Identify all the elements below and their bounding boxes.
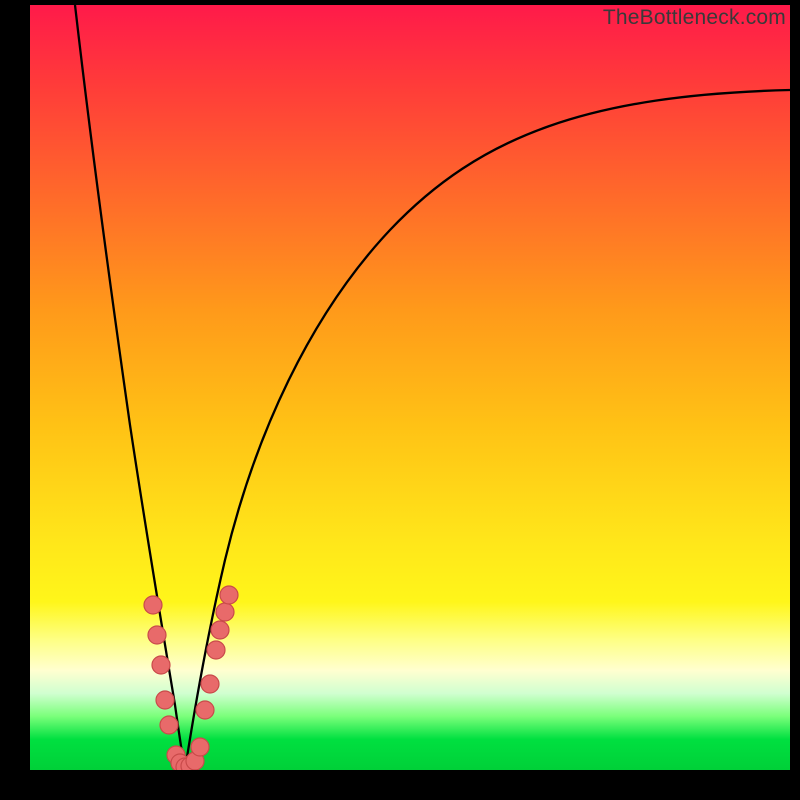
marker-dot bbox=[196, 701, 214, 719]
marker-dot bbox=[201, 675, 219, 693]
marker-dot bbox=[211, 621, 229, 639]
marker-dot bbox=[148, 626, 166, 644]
marker-dot bbox=[152, 656, 170, 674]
chart-container: TheBottleneck.com bbox=[0, 0, 800, 800]
marker-dot bbox=[220, 586, 238, 604]
curve-layer bbox=[30, 5, 790, 770]
watermark-text: TheBottleneck.com bbox=[603, 6, 786, 30]
marker-group bbox=[144, 586, 238, 770]
marker-dot bbox=[144, 596, 162, 614]
curve-left-branch bbox=[75, 5, 185, 770]
plot-area bbox=[30, 5, 790, 770]
marker-dot bbox=[207, 641, 225, 659]
marker-dot bbox=[156, 691, 174, 709]
marker-dot bbox=[216, 603, 234, 621]
marker-dot bbox=[160, 716, 178, 734]
marker-dot bbox=[191, 738, 209, 756]
curve-right-branch bbox=[185, 90, 790, 770]
